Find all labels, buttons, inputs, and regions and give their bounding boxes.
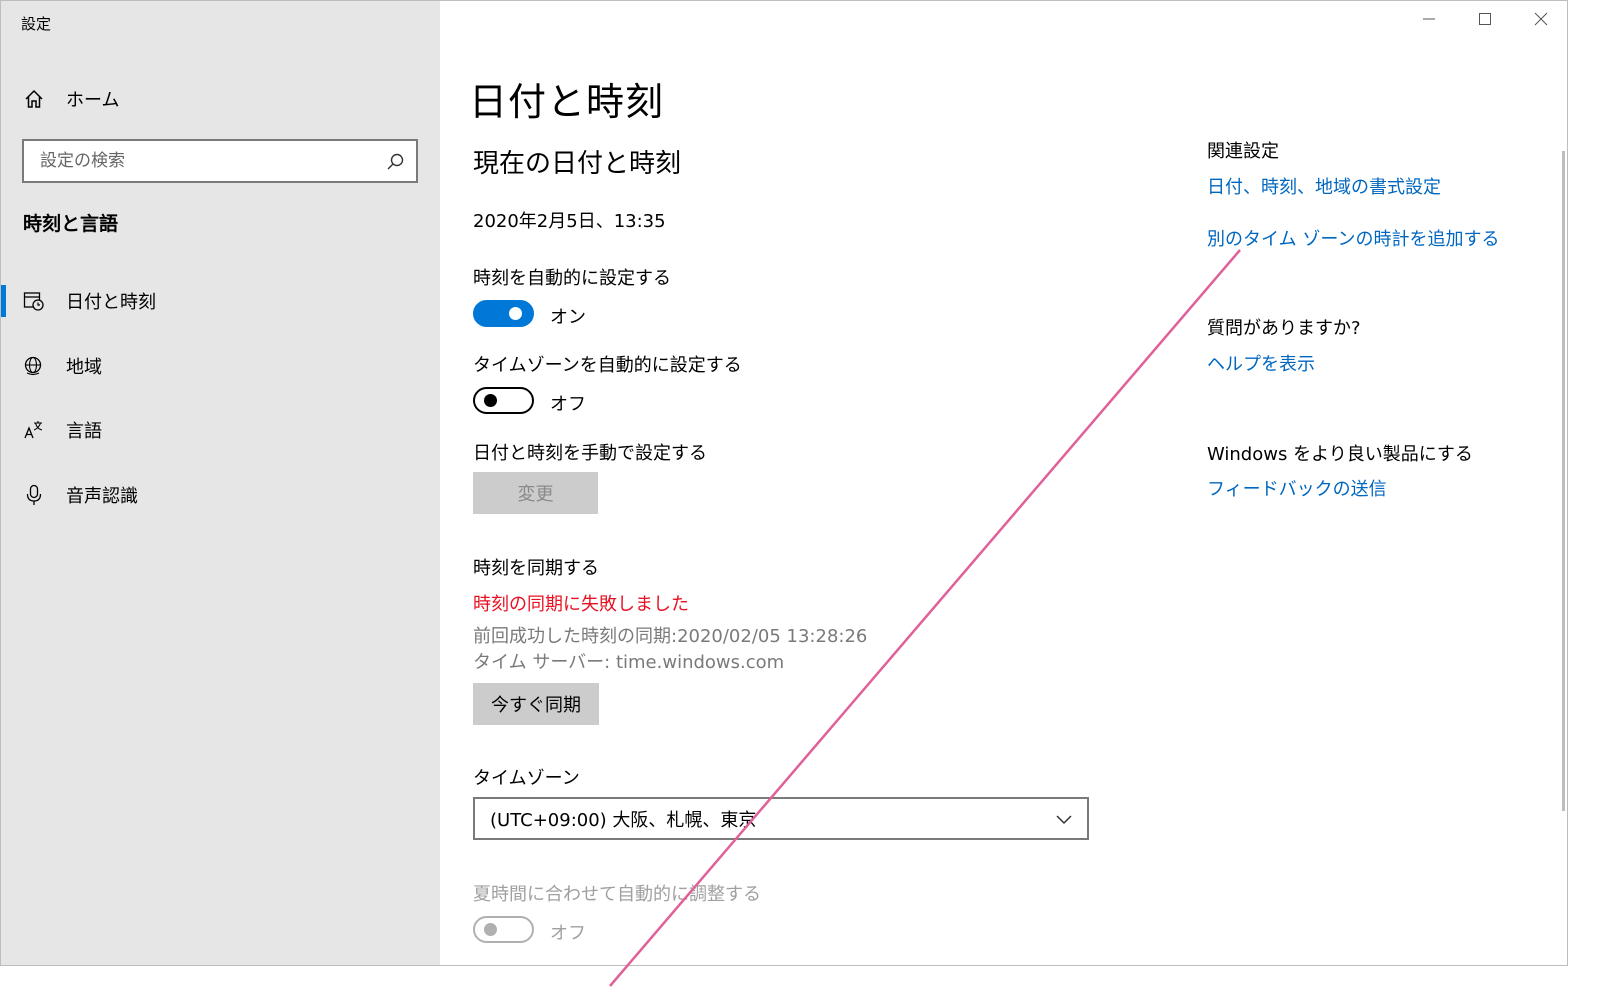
minimize-icon — [1422, 11, 1436, 30]
region-format-link[interactable]: 日付、時刻、地域の書式設定 — [1207, 173, 1441, 199]
auto-time-label: 時刻を自動的に設定する — [473, 268, 671, 289]
current-section-title: 現在の日付と時刻 — [473, 149, 682, 179]
sidebar-item-region[interactable]: 地域 — [1, 346, 440, 386]
toggle-knob — [509, 307, 522, 320]
auto-time-toggle[interactable] — [473, 300, 534, 327]
home-label: ホーム — [66, 90, 120, 111]
scrollbar[interactable] — [1562, 151, 1565, 811]
close-button[interactable] — [1518, 5, 1564, 35]
dst-toggle[interactable] — [473, 916, 534, 943]
sidebar-item-label: 音声認識 — [66, 486, 138, 507]
sync-error-message: 時刻の同期に失敗しました — [473, 594, 689, 615]
settings-window: 設定 ホーム 時刻と言語 日付と時刻 地域 — [0, 0, 1568, 966]
sidebar: 設定 ホーム 時刻と言語 日付と時刻 地域 — [1, 1, 440, 965]
section-title: 時刻と言語 — [23, 213, 119, 235]
sidebar-item-language[interactable]: 言語 — [1, 410, 440, 450]
change-button[interactable]: 変更 — [473, 472, 598, 514]
timezone-label: タイムゾーン — [473, 768, 580, 789]
feedback-link[interactable]: フィードバックの送信 — [1207, 475, 1387, 501]
close-icon — [1534, 11, 1548, 30]
manual-set-label: 日付と時刻を手動で設定する — [473, 443, 707, 464]
toggle-knob — [484, 923, 497, 936]
sidebar-item-speech[interactable]: 音声認識 — [1, 475, 440, 515]
toggle-knob — [484, 394, 497, 407]
search-box[interactable] — [22, 139, 418, 183]
auto-timezone-label: タイムゾーンを自動的に設定する — [473, 355, 742, 376]
question-heading: 質問がありますか? — [1207, 318, 1361, 339]
dst-label: 夏時間に合わせて自動的に調整する — [473, 884, 761, 905]
time-server-text: タイム サーバー: time.windows.com — [473, 652, 785, 673]
improve-windows-heading: Windows をより良い製品にする — [1207, 444, 1473, 465]
timezone-value: (UTC+09:00) 大阪、札幌、東京 — [490, 809, 757, 831]
maximize-icon — [1478, 11, 1492, 30]
related-settings-heading: 関連設定 — [1207, 141, 1279, 162]
microphone-icon — [23, 484, 45, 506]
home-icon — [23, 88, 45, 110]
search-icon[interactable] — [384, 151, 406, 173]
minimize-button[interactable] — [1406, 5, 1452, 35]
add-clock-link[interactable]: 別のタイム ゾーンの時計を追加する — [1207, 225, 1499, 251]
sync-now-button[interactable]: 今すぐ同期 — [473, 683, 599, 725]
sync-label: 時刻を同期する — [473, 558, 599, 579]
globe-icon — [23, 355, 45, 377]
auto-time-state: オン — [550, 307, 586, 328]
auto-timezone-toggle[interactable] — [473, 387, 534, 414]
chevron-down-icon — [1053, 808, 1075, 830]
sidebar-item-label: 日付と時刻 — [66, 292, 156, 313]
language-icon — [23, 419, 45, 441]
sidebar-item-date-time[interactable]: 日付と時刻 — [1, 281, 440, 321]
sidebar-item-label: 地域 — [66, 357, 102, 378]
maximize-button[interactable] — [1462, 5, 1508, 35]
last-sync-text: 前回成功した時刻の同期:2020/02/05 13:28:26 — [473, 626, 868, 647]
auto-timezone-state: オフ — [550, 394, 586, 415]
dst-state: オフ — [550, 923, 586, 944]
page-title: 日付と時刻 — [469, 80, 665, 124]
timezone-select[interactable]: (UTC+09:00) 大阪、札幌、東京 — [473, 797, 1089, 840]
home-button[interactable]: ホーム — [23, 85, 119, 113]
app-title: 設定 — [21, 15, 52, 33]
calendar-clock-icon — [23, 290, 45, 312]
help-link[interactable]: ヘルプを表示 — [1207, 350, 1315, 376]
sidebar-item-label: 言語 — [66, 421, 102, 442]
search-input[interactable] — [40, 151, 370, 171]
current-datetime: 2020年2月5日、13:35 — [473, 211, 666, 232]
